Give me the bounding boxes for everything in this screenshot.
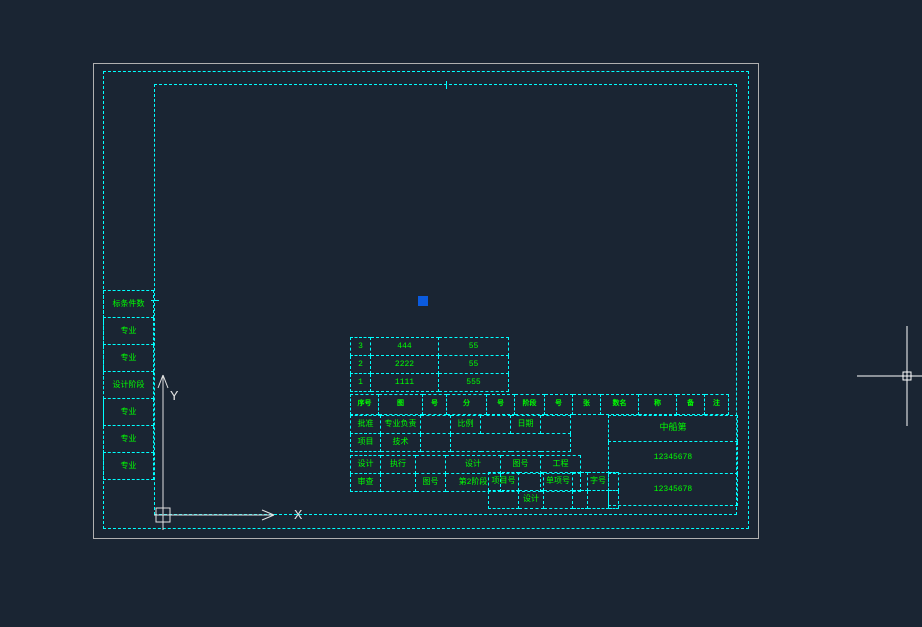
cell: 阶段 [515,395,545,415]
cell: 12345678 [609,442,738,474]
drawing-list-header: 序号图号分号阶段号张数名称备注 [350,394,729,415]
cell [381,474,416,492]
cell: 项目 [351,434,381,452]
cell: 号 [545,395,573,415]
table-row: 项目号 单项号字号 [489,473,619,491]
cell: 1 [351,374,371,392]
table-row: 专业 [104,345,154,372]
cell: 比例 [451,416,481,434]
cell: 专业负责 [381,416,421,434]
table-row: 12345678 [609,442,738,474]
cell: 图号 [416,474,446,492]
cell [421,434,451,452]
cell: 执行 [381,456,416,474]
cell: 批准 [351,416,381,434]
cell [416,456,446,474]
approval-block: 批准专业负责比例日期项目技术 [350,415,571,452]
table-row: 344455 [351,338,509,356]
cell: 专业 [104,453,154,480]
cell [573,491,588,509]
cell [573,473,588,491]
table-row: 12345678 [609,474,738,506]
cell: 标条件数 [104,291,154,318]
drawing-list-rows: 344455222225511111555 [350,337,509,392]
cell [451,434,571,452]
table-row: 设计阶段 [104,372,154,399]
table-row: 设计执行设计图号工程 [351,456,581,474]
cell: 项目号 [489,473,519,491]
cell: 张 [573,395,601,415]
cell [588,491,609,509]
cell: 专业 [104,318,154,345]
cell: 3 [351,338,371,356]
cell: 字号 [588,473,609,491]
cell [489,491,519,509]
cell: 注 [705,395,729,415]
table-row: 中船第 [609,416,738,442]
revision-table: 标条件数专业专业设计阶段专业专业专业 [103,290,154,480]
cell: 图 [379,395,423,415]
cell: 分 [447,395,487,415]
cell: 设计阶段 [104,372,154,399]
cell: 55 [439,356,509,374]
cell: 2 [351,356,371,374]
cell: 设计 [351,456,381,474]
table-row: 标条件数 [104,291,154,318]
cell: 55 [439,338,509,356]
cell: 号 [487,395,515,415]
cell: 技术 [381,434,421,452]
cell: 单项号 [544,473,573,491]
cell: 555 [439,374,509,392]
cell: 2222 [371,356,439,374]
cell: 444 [371,338,439,356]
cell: 1111 [371,374,439,392]
table-row: 专业 [104,426,154,453]
table-row: 11111555 [351,374,509,392]
cell [421,416,451,434]
table-row: 专业 [104,318,154,345]
table-row: 2222255 [351,356,509,374]
crosshair-cursor [857,326,922,426]
cell: 号 [423,395,447,415]
cell: 中船第 [609,416,738,442]
table-row: 专业 [104,399,154,426]
cell: 工程 [541,456,581,474]
table-row: 序号图号分号阶段号张数名称备注 [351,395,729,415]
table-row: 设计 [489,491,619,509]
drawing-canvas[interactable]: 标条件数专业专业设计阶段专业专业专业 344455222225511111555… [0,0,922,627]
cell: 数名 [601,395,639,415]
cell [481,416,511,434]
project-number-block: 项目号 单项号字号设计 [488,472,619,509]
cell: 12345678 [609,474,738,506]
cell: 日期 [511,416,541,434]
cell: 备 [677,395,705,415]
cell: 专业 [104,426,154,453]
cell: 专业 [104,399,154,426]
table-row: 项目技术 [351,434,571,452]
cell [544,491,573,509]
table-row: 批准专业负责 比例 日期 [351,416,571,434]
cell: 序号 [351,395,379,415]
cell: 专业 [104,345,154,372]
cell [519,473,544,491]
cell: 图号 [501,456,541,474]
cell [541,416,571,434]
cell: 称 [639,395,677,415]
title-block: 中船第1234567812345678 [608,415,738,506]
selection-grip[interactable] [418,296,428,306]
cell: 设计 [446,456,501,474]
cell: 审查 [351,474,381,492]
table-row: 专业 [104,453,154,480]
cell: 设计 [519,491,544,509]
